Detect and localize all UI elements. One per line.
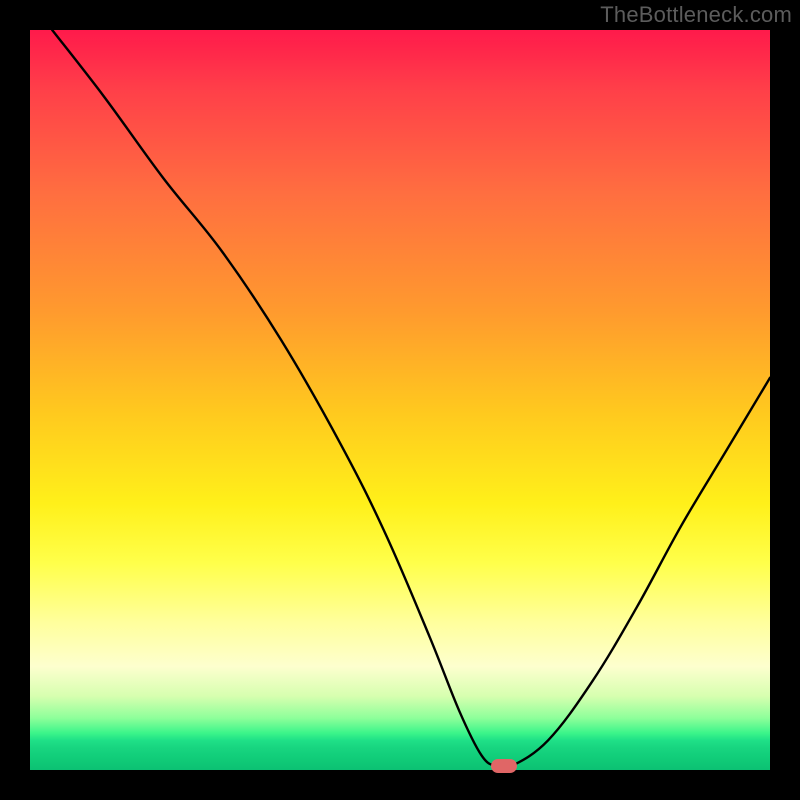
curve-path bbox=[52, 30, 770, 769]
chart-frame: TheBottleneck.com bbox=[0, 0, 800, 800]
optimal-marker bbox=[491, 759, 517, 773]
watermark-text: TheBottleneck.com bbox=[600, 2, 792, 28]
plot-area bbox=[30, 30, 770, 770]
bottleneck-curve bbox=[30, 30, 770, 770]
